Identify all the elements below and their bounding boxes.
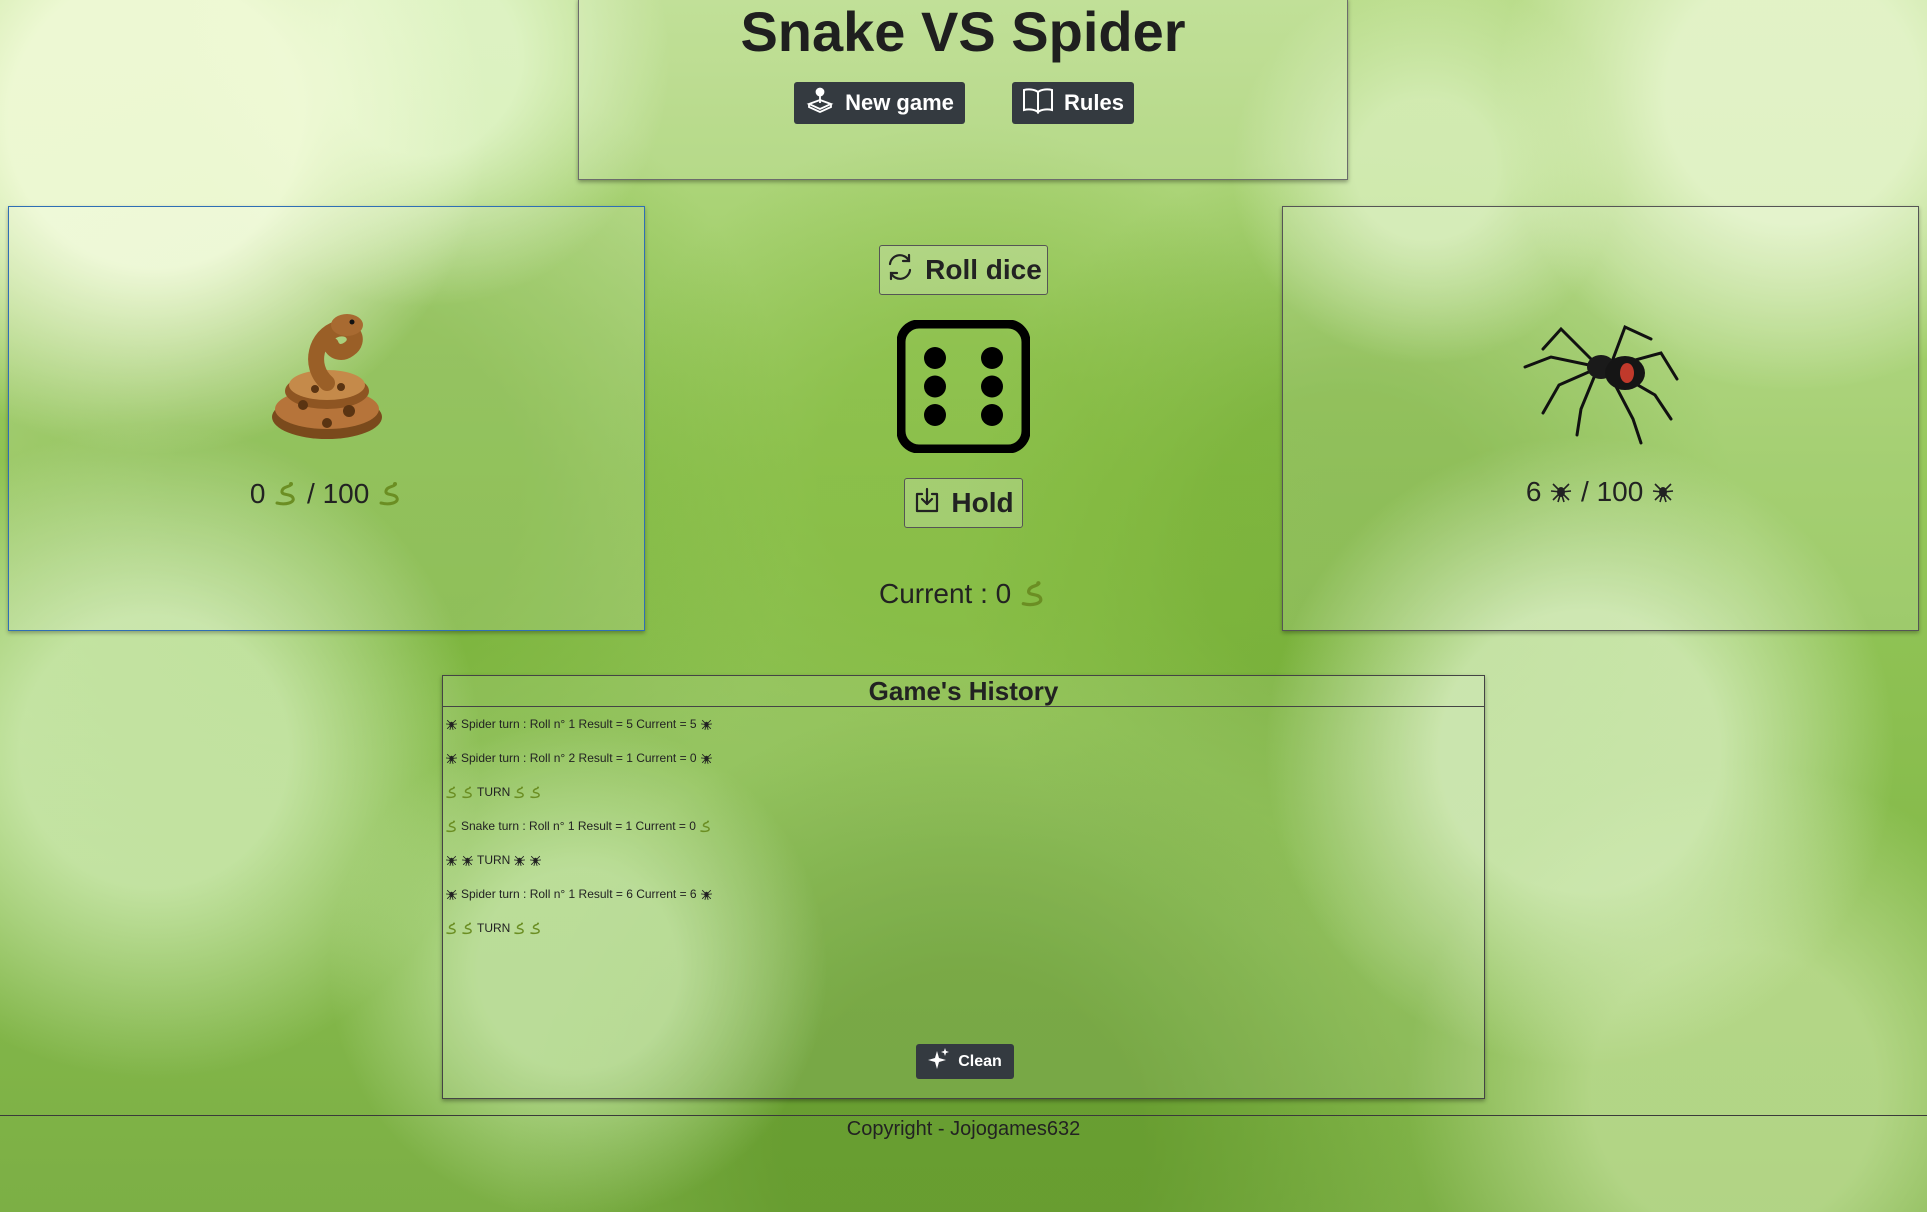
snake-icon [529,784,542,800]
spider-icon [445,886,458,902]
dice-pip [981,404,1003,426]
history-entry-text: Spider turn : Roll n° 1 Result = 6 Curre… [461,887,697,901]
sparkles-icon [928,1048,950,1075]
rules-label: Rules [1064,90,1124,115]
spider-score: 6 / 100 [1283,476,1918,508]
spider-player-panel: 6 / 100 [1282,206,1919,631]
spider-icon [1551,483,1572,503]
snake-player-panel: 0 / 100 [8,206,645,631]
page-title: Snake VS Spider [740,0,1186,63]
rules-button[interactable]: Rules [1012,82,1134,124]
history-entry: Spider turn : Roll n° 1 Result = 5 Curre… [445,716,1482,750]
history-entry: TURN [445,920,1482,954]
snake-icon [271,314,382,439]
snake-icon [445,920,458,936]
history-entry-text: TURN [477,921,511,935]
joystick-icon [805,85,835,121]
spider-icon [700,716,713,732]
book-icon [1022,86,1054,120]
new-game-button[interactable]: New game [794,82,965,124]
dice-pip [924,347,946,369]
current-score-label: Current : 0 [878,578,1012,609]
history-title: Game's History [443,676,1484,707]
current-score: Current : 0 [780,578,1146,610]
clean-button[interactable]: Clean [916,1044,1014,1079]
dice-pip [981,375,1003,398]
dice-pip [924,375,946,398]
history-entry-text: Spider turn : Roll n° 1 Result = 5 Curre… [461,717,697,731]
hold-label: Hold [951,487,1014,518]
spider-icon [445,852,458,868]
roll-dice-button[interactable]: Roll dice [879,245,1048,295]
clean-label: Clean [958,1052,1002,1070]
dice [897,320,1030,453]
spider-goal-value: 100 [1596,476,1644,507]
new-game-label: New game [845,90,954,115]
history-entry: Spider turn : Roll n° 2 Result = 1 Curre… [445,750,1482,784]
spider-icon [529,852,542,868]
snake-icon [513,920,526,936]
footer-copyright: Copyright - Jojogames632 [846,1118,1081,1140]
header-panel: Snake VS Spider New game Rules [578,0,1348,180]
history-entry-text: Snake turn : Roll n° 1 Result = 1 Curren… [461,819,696,833]
game-history-panel: Game's History Spider turn : Roll n° 1 R… [442,675,1485,1099]
hold-button[interactable]: Hold [904,478,1023,528]
snake-score-value: 0 [249,478,266,509]
snake-goal-value: 100 [322,478,370,509]
snake-icon [379,482,399,506]
snake-icon [513,784,526,800]
snake-icon [529,920,542,936]
history-entry: Snake turn : Roll n° 1 Result = 1 Curren… [445,818,1482,852]
history-list: Spider turn : Roll n° 1 Result = 5 Curre… [445,716,1482,954]
snake-icon [445,784,458,800]
footer-divider [0,1115,1927,1116]
snake-icon [461,920,474,936]
spider-icon [1653,483,1674,503]
spider-icon [445,750,458,766]
spider-icon [1523,324,1678,445]
spider-icon [700,750,713,766]
snake-score: 0 / 100 [9,478,644,510]
history-entry-text: TURN [477,785,511,799]
spider-icon [445,716,458,732]
snake-icon [445,818,458,834]
history-entry: Spider turn : Roll n° 1 Result = 6 Curre… [445,886,1482,920]
snake-icon [699,818,712,834]
spider-icon [513,852,526,868]
history-entry: TURN [445,852,1482,886]
snake-icon [461,784,474,800]
roll-dice-label: Roll dice [925,254,1042,285]
download-icon [913,486,941,521]
history-entry-text: TURN [477,853,511,867]
spider-icon [461,852,474,868]
snake-icon [1021,581,1043,607]
refresh-icon [885,252,915,289]
dice-pip [981,347,1003,369]
history-entry: TURN [445,784,1482,818]
spider-icon [700,886,713,902]
snake-icon [275,482,295,506]
spider-score-value: 6 [1525,476,1542,507]
history-entry-text: Spider turn : Roll n° 2 Result = 1 Curre… [461,751,697,765]
dice-pip [924,404,946,426]
